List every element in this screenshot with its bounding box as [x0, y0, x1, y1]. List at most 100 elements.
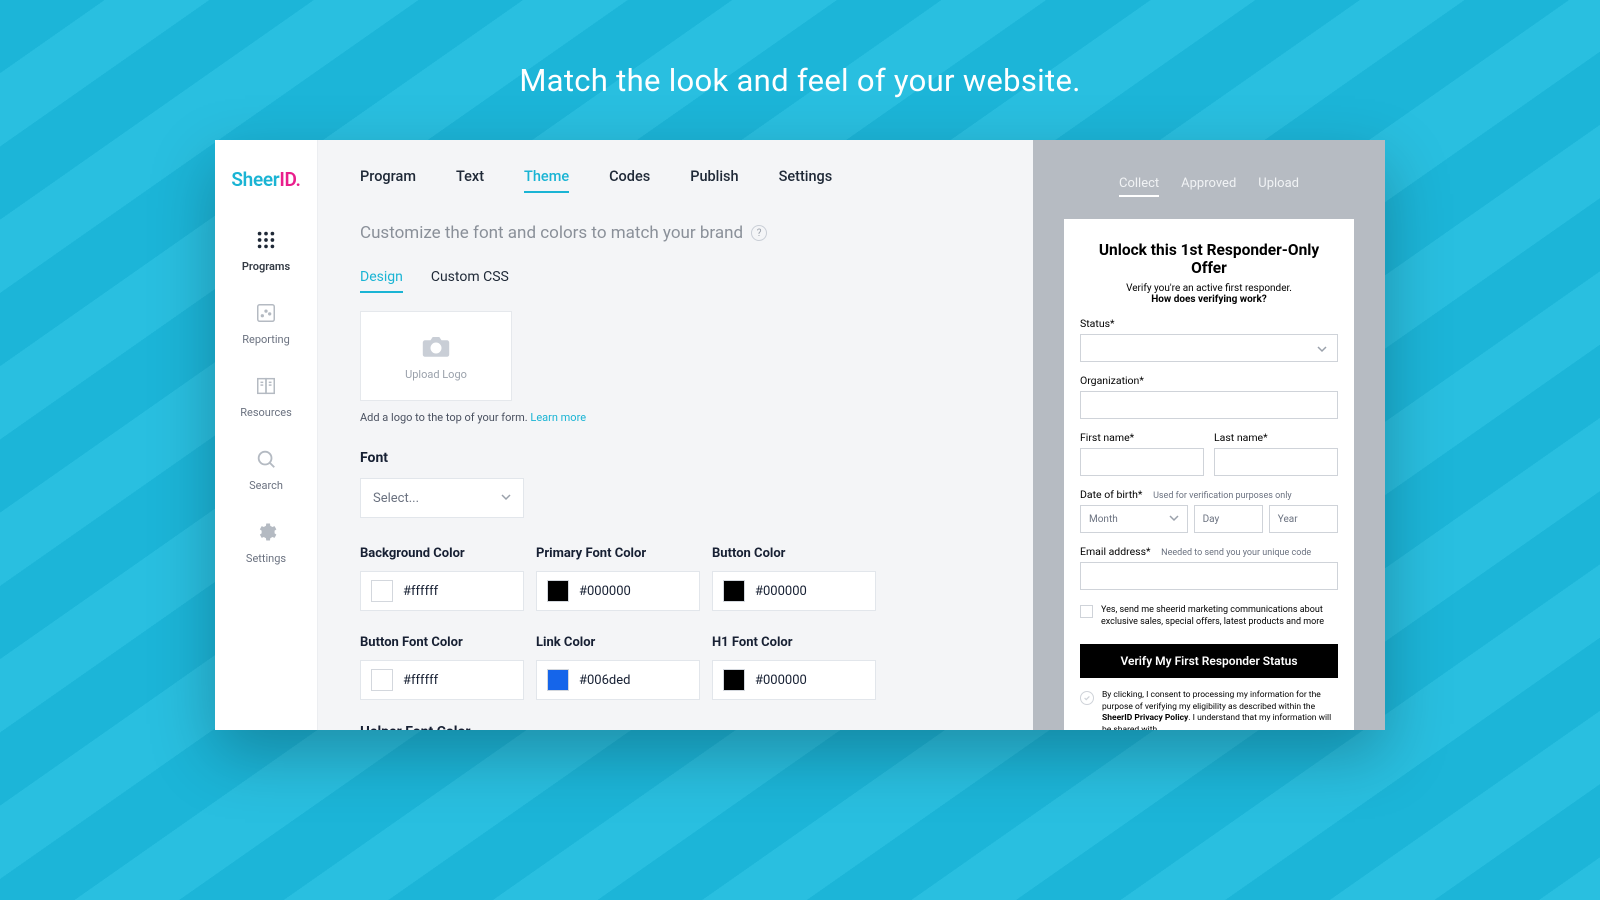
font-section-label: Font [360, 450, 993, 466]
first-name-input[interactable] [1080, 448, 1204, 476]
color-swatch [547, 580, 569, 602]
grid-icon [215, 229, 317, 251]
tab-theme[interactable]: Theme [524, 168, 569, 193]
sidebar-item-resources[interactable]: Resources [215, 365, 317, 438]
tab-settings[interactable]: Settings [779, 168, 833, 193]
color-field-4: Link Color #006ded [536, 635, 708, 724]
preview-tab-approved[interactable]: Approved [1181, 176, 1236, 197]
sidebar-item-label: Settings [246, 552, 286, 565]
email-input[interactable] [1080, 562, 1338, 590]
banner-title: Match the look and feel of your website. [0, 0, 1600, 99]
color-field-1: Primary Font Color #000000 [536, 546, 708, 635]
sidebar-item-label: Resources [240, 406, 292, 419]
tab-publish[interactable]: Publish [690, 168, 738, 193]
sidebar-item-label: Search [249, 479, 283, 492]
main-content: Program Text Theme Codes Publish Setting… [318, 140, 1385, 730]
status-select[interactable] [1080, 334, 1338, 362]
sidebar-item-reporting[interactable]: Reporting [215, 292, 317, 365]
sidebar-item-settings[interactable]: Settings [215, 511, 317, 584]
verify-button[interactable]: Verify My First Responder Status [1080, 644, 1338, 678]
subtabs: Design Custom CSS [360, 247, 993, 293]
color-swatch [547, 669, 569, 691]
sidebar-item-search[interactable]: Search [215, 438, 317, 511]
color-field-5: H1 Font Color #000000 [712, 635, 884, 724]
color-input[interactable]: #000000 [536, 571, 700, 611]
first-name-label: First name* [1080, 431, 1204, 444]
chevron-down-icon [1317, 339, 1327, 358]
sidebar-item-label: Programs [242, 260, 290, 273]
color-value: #ffffff [403, 673, 438, 688]
tab-text[interactable]: Text [456, 168, 484, 193]
organization-input[interactable] [1080, 391, 1338, 419]
color-field-title: Background Color [360, 546, 532, 561]
consent-text: By clicking, I consent to processing my … [1102, 690, 1338, 730]
preview-form: Unlock this 1st Responder-Only Offer Ver… [1064, 219, 1354, 730]
subtab-design[interactable]: Design [360, 269, 403, 293]
color-input[interactable]: #006ded [536, 660, 700, 700]
page-subtitle: Customize the font and colors to match y… [360, 199, 993, 247]
color-swatch [723, 580, 745, 602]
color-field-title: Button Font Color [360, 635, 532, 650]
logo-hint: Add a logo to the top of your form. Lear… [360, 411, 993, 424]
color-value: #000000 [755, 673, 807, 688]
tab-program[interactable]: Program [360, 168, 416, 193]
color-field-title: Primary Font Color [536, 546, 708, 561]
upload-logo-button[interactable]: Upload Logo [360, 311, 512, 401]
color-field-title: H1 Font Color [712, 635, 884, 650]
help-icon[interactable]: ? [751, 225, 767, 241]
color-field-2: Button Color #000000 [712, 546, 884, 635]
top-nav: Program Text Theme Codes Publish Setting… [360, 140, 993, 199]
color-field-title: Link Color [536, 635, 708, 650]
config-panel: Program Text Theme Codes Publish Setting… [318, 140, 1033, 730]
color-swatch [371, 669, 393, 691]
optin-text: Yes, send me sheerid marketing communica… [1101, 604, 1338, 628]
color-value: #000000 [579, 584, 631, 599]
color-input[interactable]: #ffffff [360, 571, 524, 611]
gear-icon [215, 521, 317, 543]
font-select[interactable]: Select... [360, 478, 524, 518]
organization-label: Organization* [1080, 374, 1338, 387]
dob-label: Date of birth* Used for verification pur… [1080, 488, 1338, 501]
preview-tab-collect[interactable]: Collect [1119, 176, 1159, 197]
status-label: Status* [1080, 317, 1338, 330]
color-field-3: Button Font Color #ffffff [360, 635, 532, 724]
app-window: SheerID. Programs Reporting Resources Se [215, 140, 1385, 730]
optin-checkbox[interactable] [1080, 605, 1093, 618]
sidebar-item-programs[interactable]: Programs [215, 219, 317, 292]
color-value: #000000 [755, 584, 807, 599]
color-value: #006ded [579, 673, 630, 688]
helper-font-color-label: Helper Font Color [360, 724, 993, 730]
sidebar-item-label: Reporting [242, 333, 290, 346]
camera-icon [422, 337, 450, 362]
subtab-custom-css[interactable]: Custom CSS [431, 269, 509, 293]
preview-tab-upload[interactable]: Upload [1258, 176, 1299, 197]
tab-codes[interactable]: Codes [609, 168, 650, 193]
color-input[interactable]: #ffffff [360, 660, 524, 700]
last-name-label: Last name* [1214, 431, 1338, 444]
dob-day-input[interactable]: Day [1194, 505, 1263, 533]
dob-month-select[interactable]: Month [1080, 505, 1188, 533]
preview-tabs: Collect Approved Upload [1119, 140, 1299, 209]
color-value: #ffffff [403, 584, 438, 599]
color-input[interactable]: #000000 [712, 660, 876, 700]
sidebar: SheerID. Programs Reporting Resources Se [215, 140, 318, 730]
dob-year-input[interactable]: Year [1269, 505, 1338, 533]
color-field-title: Button Color [712, 546, 884, 561]
color-swatch [723, 669, 745, 691]
last-name-input[interactable] [1214, 448, 1338, 476]
email-label: Email address* Needed to send you your u… [1080, 545, 1338, 558]
color-field-0: Background Color #ffffff [360, 546, 532, 635]
color-input[interactable]: #000000 [712, 571, 876, 611]
brand-logo: SheerID. [215, 140, 318, 219]
search-icon [215, 448, 317, 470]
shield-check-icon [1080, 691, 1094, 705]
chevron-down-icon [1169, 513, 1179, 526]
color-swatch [371, 580, 393, 602]
book-icon [215, 375, 317, 397]
form-title: Unlock this 1st Responder-Only Offer [1080, 241, 1338, 277]
chart-icon [215, 302, 317, 324]
preview-panel: Collect Approved Upload Unlock this 1st … [1033, 140, 1385, 730]
learn-more-link[interactable]: Learn more [530, 411, 586, 424]
form-subtitle: Verify you're an active first responder.… [1080, 283, 1338, 305]
upload-logo-label: Upload Logo [405, 368, 467, 381]
